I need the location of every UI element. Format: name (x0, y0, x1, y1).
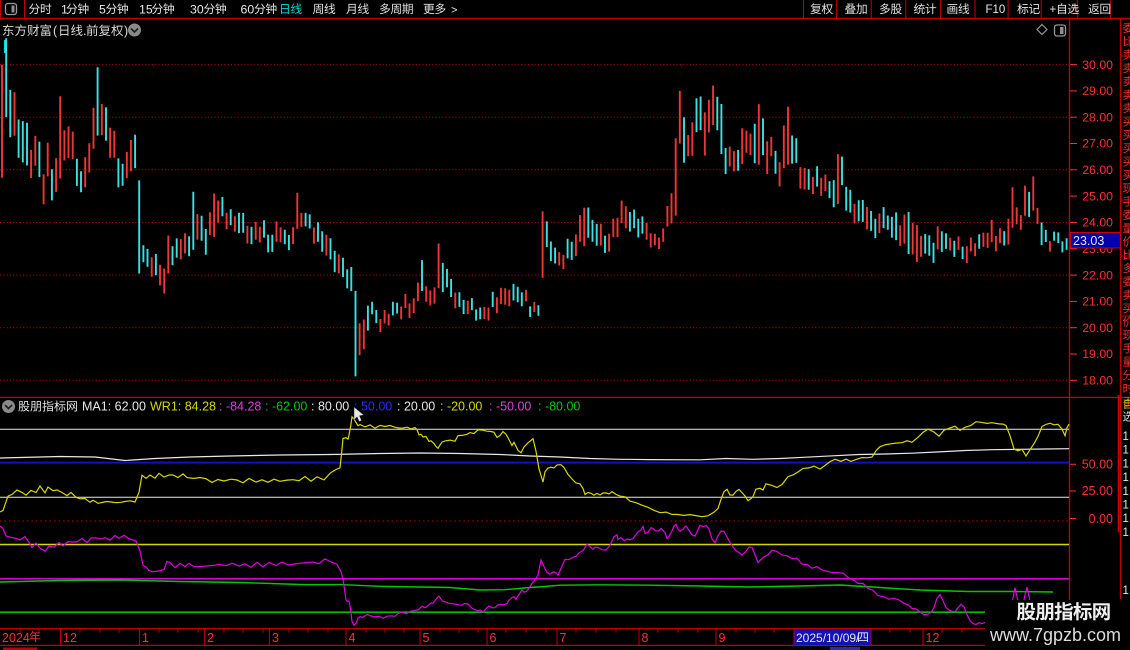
svg-text:1: 1 (61, 3, 68, 17)
svg-text:: -20.00: : -20.00 (440, 400, 482, 414)
svg-text:.: . (83, 24, 86, 38)
svg-text:21.00: 21.00 (1082, 295, 1113, 309)
svg-text:4: 4 (349, 631, 356, 645)
svg-text:24.00: 24.00 (1082, 216, 1113, 230)
svg-text:2024: 2024 (2, 631, 30, 645)
svg-text:1: 1 (1123, 445, 1129, 457)
svg-text:9: 9 (719, 631, 726, 645)
svg-text:5: 5 (423, 631, 430, 645)
svg-text:: 20.00: : 20.00 (397, 400, 435, 414)
svg-text:: 50.00: : 50.00 (354, 400, 392, 414)
svg-text:1: 1 (1123, 527, 1129, 539)
svg-text:60: 60 (241, 3, 255, 17)
svg-text:MA1: 62.00: MA1: 62.00 (82, 400, 146, 414)
svg-text:2: 2 (207, 631, 214, 645)
svg-text:8: 8 (642, 631, 649, 645)
svg-text:18.00: 18.00 (1082, 374, 1113, 388)
svg-text:19.00: 19.00 (1082, 347, 1113, 361)
svg-text:: -50.00: : -50.00 (489, 400, 531, 414)
svg-text:30.00: 30.00 (1082, 58, 1113, 72)
svg-text:F10: F10 (986, 4, 1006, 16)
svg-text:5: 5 (99, 3, 106, 17)
svg-text:12: 12 (63, 631, 77, 645)
svg-text:1: 1 (142, 631, 149, 645)
svg-text:: -84.28: : -84.28 (219, 400, 261, 414)
svg-text:1: 1 (1123, 585, 1129, 597)
svg-text:1: 1 (1123, 458, 1129, 470)
svg-text:+: + (1050, 4, 1057, 16)
svg-text:6: 6 (490, 631, 497, 645)
svg-text:26.00: 26.00 (1082, 163, 1113, 177)
svg-text:2025/10/09/: 2025/10/09/ (796, 631, 860, 645)
svg-text:29.00: 29.00 (1082, 84, 1113, 98)
svg-text:15: 15 (139, 3, 153, 17)
svg-text:1: 1 (1123, 500, 1129, 512)
svg-text:>: > (451, 5, 457, 17)
svg-text:28.00: 28.00 (1082, 110, 1113, 124)
svg-text:: 80.00: : 80.00 (311, 400, 349, 414)
svg-text:1: 1 (1123, 431, 1129, 443)
svg-text:50.00: 50.00 (1082, 458, 1113, 472)
svg-text:25.00: 25.00 (1082, 189, 1113, 203)
svg-text:23.03: 23.03 (1073, 234, 1104, 248)
svg-text:1: 1 (1123, 513, 1129, 525)
svg-text:: -80.00: : -80.00 (538, 400, 580, 414)
svg-text:3: 3 (272, 631, 279, 645)
svg-text:WR1: 84.28: WR1: 84.28 (150, 400, 216, 414)
svg-text:): ) (124, 24, 128, 38)
svg-text:27.00: 27.00 (1082, 137, 1113, 151)
svg-text:7: 7 (560, 631, 567, 645)
svg-text:1: 1 (1123, 486, 1129, 498)
svg-text:30: 30 (190, 3, 204, 17)
svg-text:1: 1 (1123, 472, 1129, 484)
svg-text:0.00: 0.00 (1089, 512, 1113, 526)
svg-text:25.00: 25.00 (1082, 484, 1113, 498)
svg-text:: -62.00: : -62.00 (265, 400, 307, 414)
svg-text:22.00: 22.00 (1082, 268, 1113, 282)
svg-text:20.00: 20.00 (1082, 321, 1113, 335)
svg-text:www.7gpzb.com: www.7gpzb.com (989, 625, 1121, 645)
svg-text:12: 12 (926, 631, 940, 645)
